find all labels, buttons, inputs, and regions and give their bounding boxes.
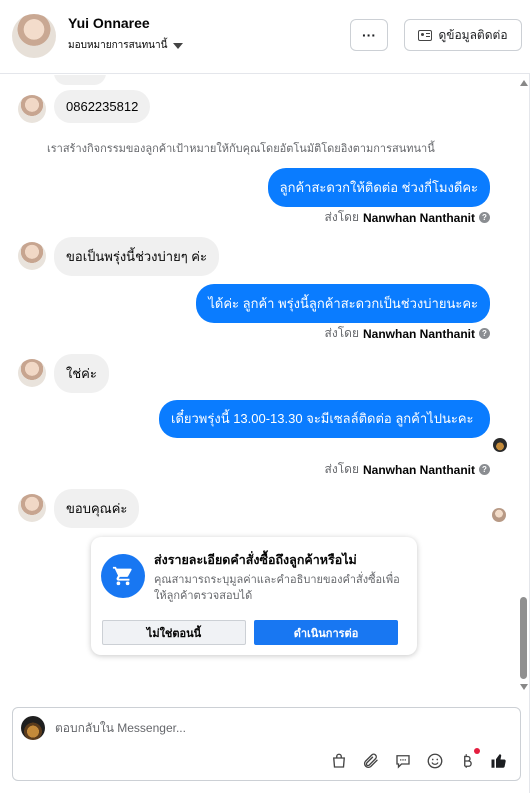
emoji-icon[interactable] <box>425 751 445 771</box>
message-outgoing-2[interactable]: ได้ค่ะ ลูกค้า พรุ่งนี้ลูกค้าสะดวกเป็นช่ว… <box>196 284 490 323</box>
view-contact-button[interactable]: ดูข้อมูลติดต่อ <box>404 19 522 51</box>
sent-by-label: ส่งโดย Nanwhan Nanthanit ? <box>325 324 490 343</box>
seen-indicator-avatar <box>492 508 506 522</box>
message-incoming-3[interactable]: ใช่ค่ะ <box>54 354 109 393</box>
sent-by-label: ส่งโดย Nanwhan Nanthanit ? <box>325 208 490 227</box>
assign-conversation-dropdown[interactable]: มอบหมายการสนทนานี้ <box>68 38 184 53</box>
sent-by-prefix: ส่งโดย <box>324 462 359 476</box>
paperclip-icon[interactable] <box>361 751 381 771</box>
message-outgoing-3[interactable]: เดี๋ยวพรุ่งนี้ 13.00-13.30 จะมีเซลล์ติดต… <box>159 400 490 438</box>
sender-name: Nanwhan Nanthanit <box>362 210 475 225</box>
message-incoming-phone[interactable]: 0862235812 <box>54 90 151 123</box>
contact-avatar-small <box>18 359 46 387</box>
contact-avatar[interactable] <box>12 14 56 58</box>
conversation-header: Yui Onnaree มอบหมายการสนทนานี้ ··· ดูข้อ… <box>0 0 530 74</box>
saved-replies-icon[interactable] <box>393 751 413 771</box>
message-incoming-4[interactable]: ขอบคุณค่ะ <box>54 489 140 528</box>
message-bubble-cut <box>54 75 106 85</box>
message-outgoing-1[interactable]: ลูกค้าสะดวกให้ติดต่อ ช่วงกี่โมงดีคะ <box>267 168 490 207</box>
not-now-button[interactable]: ไม่ใช่ตอนนี้ <box>102 620 246 645</box>
reply-composer <box>12 707 521 781</box>
shopping-bag-icon[interactable] <box>329 751 349 771</box>
help-icon[interactable]: ? <box>479 212 490 223</box>
contact-avatar-small <box>18 494 46 522</box>
sender-name: Nanwhan Nanthanit <box>362 462 475 477</box>
baht-payment-icon[interactable] <box>457 751 477 771</box>
caret-down-icon <box>173 42 184 49</box>
message-incoming-2[interactable]: ขอเป็นพรุ่งนี้ช่วงบ่ายๆ ค่ะ <box>54 237 219 276</box>
notification-dot <box>474 748 480 754</box>
scroll-up-arrow-icon[interactable] <box>520 80 528 86</box>
contact-avatar-small <box>18 242 46 270</box>
shopping-cart-icon <box>101 554 145 598</box>
contact-name[interactable]: Yui Onnaree <box>68 15 150 31</box>
seen-indicator-avatar <box>493 438 507 452</box>
scrollbar-thumb[interactable] <box>520 597 527 679</box>
contact-card-icon <box>418 29 433 41</box>
assign-label: มอบหมายการสนทนานี้ <box>68 40 168 51</box>
page-avatar <box>21 716 45 740</box>
view-contact-label: ดูข้อมูลติดต่อ <box>438 27 508 42</box>
thumbs-up-icon[interactable] <box>489 751 509 771</box>
continue-button[interactable]: ดำเนินการต่อ <box>254 620 398 645</box>
order-prompt-description: คุณสามารถระบุมูลค่าและคำอธิบายของคำสั่งซ… <box>154 574 400 602</box>
scroll-down-arrow-icon[interactable] <box>520 684 528 690</box>
system-activity-note: เราสร้างกิจกรรมของลูกค้าเป้าหมายให้กับคุ… <box>47 143 435 155</box>
help-icon[interactable]: ? <box>479 328 490 339</box>
sent-by-label: ส่งโดย Nanwhan Nanthanit ? <box>325 460 490 479</box>
sent-by-prefix: ส่งโดย <box>324 210 359 224</box>
order-prompt-title: ส่งรายละเอียดคำสั่งซื้อถึงลูกค้าหรือไม่ <box>154 553 357 567</box>
order-details-prompt-card: ส่งรายละเอียดคำสั่งซื้อถึงลูกค้าหรือไม่ … <box>91 537 417 655</box>
sent-by-prefix: ส่งโดย <box>324 326 359 340</box>
reply-input[interactable] <box>55 718 495 738</box>
sender-name: Nanwhan Nanthanit <box>362 326 475 341</box>
help-icon[interactable]: ? <box>479 464 490 475</box>
more-options-button[interactable]: ··· <box>350 19 388 51</box>
contact-avatar-small <box>18 95 46 123</box>
inbox-conversation-panel: Yui Onnaree มอบหมายการสนทนานี้ ··· ดูข้อ… <box>0 0 530 793</box>
